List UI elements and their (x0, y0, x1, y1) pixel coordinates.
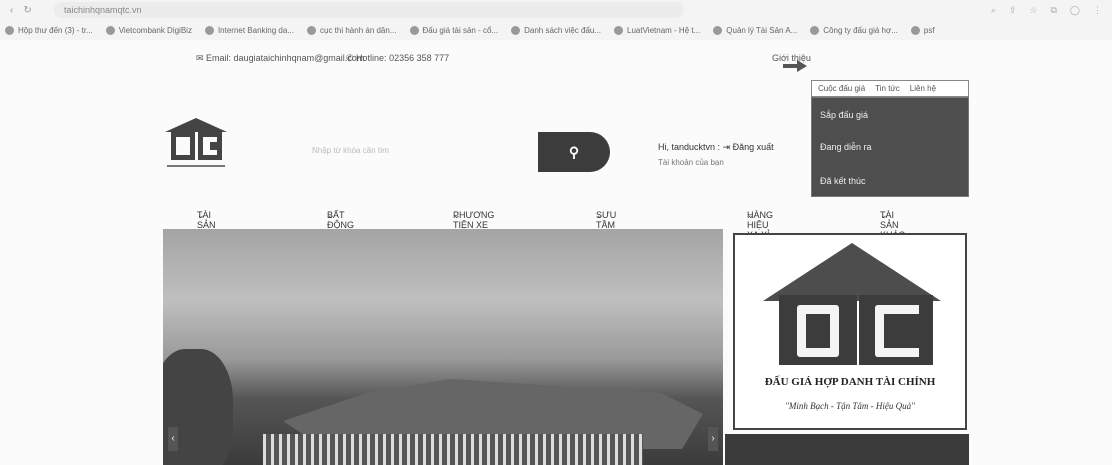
user-box: Hi, tanducktvn : ⇥ Đăng xuất Tài khoản c… (658, 140, 774, 170)
home-icon (713, 25, 723, 35)
bookmark-item[interactable]: Vietcombank DigiBiz (105, 25, 192, 35)
gavel-icon (511, 25, 521, 35)
ad-logo-c-inner (875, 305, 919, 357)
ad-title: ĐẤU GIÁ HỢP DANH TÀI CHÍNH (764, 376, 936, 388)
browser-toolbar-icons: ⌕ ⇪ ☆ ⧉ ◯ ⋮ (991, 5, 1102, 16)
ad-banner[interactable]: ĐẤU GIÁ HỢP DANH TÀI CHÍNH "Minh Bạch - … (733, 233, 967, 430)
category-nav: TÀI SẢN THANH LÝ ⌄ BẤT ĐỘNG SẢN ⌄ PHƯƠNG… (197, 210, 905, 250)
back-icon[interactable]: ‹ (10, 5, 13, 16)
star-icon[interactable]: ☆ (1029, 5, 1037, 16)
menu-contact[interactable]: Liên hệ (910, 84, 936, 93)
google-icon (307, 25, 316, 35)
slider-prev-icon[interactable]: ‹ (168, 427, 178, 451)
site-topbar: ✉ Email: daugiataichinhqnam@gmail.com ✆ … (0, 44, 1112, 74)
bookmark-item[interactable]: Internet Banking da... (204, 25, 294, 35)
menu-auctions[interactable]: Cuộc đấu giá (818, 84, 865, 93)
bookmarks-bar: Hộp thư đến (3) - tr... Vietcombank Digi… (0, 20, 1112, 40)
ad-logo-o-inner (797, 305, 839, 357)
auctions-dropdown: Sắp đấu giá Đang diễn ra Đã kết thúc (811, 97, 969, 197)
site-logo[interactable] (165, 118, 227, 174)
home-icon (810, 25, 820, 35)
dropdown-item-ongoing[interactable]: Đang diễn ra (820, 142, 872, 152)
email-contact[interactable]: ✉ Email: daugiataichinhqnam@gmail.com (196, 53, 364, 64)
doc-icon (614, 25, 624, 35)
extensions-icon[interactable]: ⧉ (1050, 5, 1056, 16)
bank-icon (105, 25, 115, 35)
zoom-icon[interactable]: ⌕ (991, 5, 996, 16)
profile-icon[interactable]: ◯ (1070, 5, 1080, 16)
bookmark-item[interactable]: Đấu giá tài sản - cổ... (409, 25, 498, 35)
logout-link[interactable]: ⇥ Đăng xuất (723, 142, 774, 152)
ad-logo-roof (763, 243, 941, 301)
chevron-down-icon: ⌄ (747, 210, 755, 220)
browser-nav-controls: ‹ ↻ (10, 5, 44, 16)
bookmark-item[interactable]: Hộp thư đến (3) - tr... (5, 25, 93, 35)
bookmark-item[interactable]: Quản lý Tài Sản A... (713, 25, 797, 35)
hero-image-fence (263, 434, 643, 465)
hero-slider[interactable]: ‹ › (163, 229, 723, 465)
chevron-down-icon: ⌄ (880, 210, 888, 220)
dropdown-item-upcoming[interactable]: Sắp đấu giá (820, 110, 868, 120)
bookmark-item[interactable]: psf (910, 25, 935, 35)
pointer-arrow-icon (783, 60, 807, 72)
main-menu-bar: Cuộc đấu giá Tin tức Liên hệ (811, 80, 969, 97)
menu-icon[interactable]: ⋮ (1093, 5, 1102, 16)
browser-chrome: ‹ ↻ taichinhqnamqtc.vn ⌕ ⇪ ☆ ⧉ ◯ ⋮ Hộp t… (0, 0, 1112, 40)
chevron-down-icon: ⌄ (197, 210, 205, 220)
chevron-down-icon: ⌄ (327, 210, 335, 220)
search-input[interactable]: Nhập từ khóa cần tìm (312, 146, 389, 155)
pdf-icon (910, 25, 920, 35)
address-bar[interactable]: taichinhqnamqtc.vn (54, 2, 684, 18)
hotline-contact[interactable]: ✆ Hotline: 02356 358 777 (346, 53, 449, 64)
account-link[interactable]: Tài khoản của bạn (658, 155, 774, 170)
share-icon[interactable]: ⇪ (1009, 5, 1017, 16)
bank-icon (204, 25, 214, 35)
bookmark-item[interactable]: Danh sách việc đấu... (511, 25, 601, 35)
url-row: ‹ ↻ taichinhqnamqtc.vn ⌕ ⇪ ☆ ⧉ ◯ ⋮ (0, 0, 1112, 20)
ad-slogan: "Minh Bạch - Tận Tâm - Hiệu Quả" (785, 401, 915, 411)
globe-icon (409, 25, 419, 35)
user-greeting: Hi, tanducktvn : (658, 142, 721, 152)
ad-banner-bottom (725, 434, 969, 465)
search-icon: ⚲ (568, 143, 580, 160)
bookmark-item[interactable]: cục thi hành án dân... (307, 25, 397, 35)
mail-icon (5, 25, 14, 35)
bookmark-item[interactable]: Công ty đấu giá hợ... (810, 25, 898, 35)
url-text: taichinhqnamqtc.vn (64, 5, 142, 15)
menu-news[interactable]: Tin tức (875, 84, 900, 93)
bookmark-item[interactable]: LuatVietnam - Hệ t... (614, 25, 700, 35)
slider-next-icon[interactable]: › (708, 427, 718, 451)
chevron-down-icon: ⌄ (453, 210, 461, 220)
dropdown-item-ended[interactable]: Đã kết thúc (820, 176, 866, 186)
search-button[interactable]: ⚲ (538, 132, 610, 172)
chevron-down-icon: ⌄ (596, 210, 604, 220)
reload-icon[interactable]: ↻ (23, 5, 31, 16)
